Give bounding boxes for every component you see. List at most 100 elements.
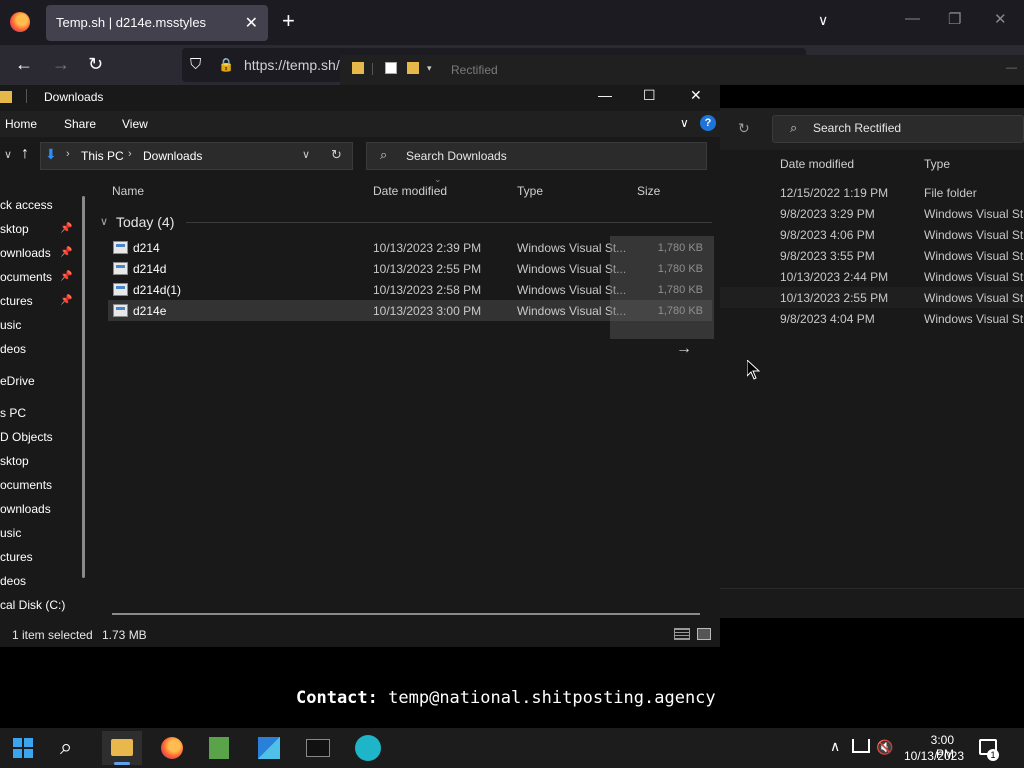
- nav-item[interactable]: ctures: [0, 550, 33, 564]
- address-dropdown-icon[interactable]: ∨: [302, 148, 310, 161]
- nav-item[interactable]: sktop: [0, 454, 29, 468]
- large-icons-view-icon[interactable]: [697, 628, 711, 640]
- bg-row-type[interactable]: Windows Visual St...: [924, 249, 1024, 263]
- col-type[interactable]: Type: [517, 184, 543, 198]
- tab-view[interactable]: View: [122, 117, 148, 131]
- back-button[interactable]: ←: [15, 54, 33, 75]
- nav-item[interactable]: ocuments: [0, 270, 52, 284]
- breadcrumb-downloads[interactable]: Downloads: [143, 149, 202, 163]
- group-collapse-icon[interactable]: ∨: [100, 215, 108, 228]
- bg-row-date[interactable]: 10/13/2023 2:44 PM: [780, 270, 888, 284]
- nav-scrollbar[interactable]: [82, 196, 85, 578]
- bg-row-type[interactable]: Windows Visual St...: [924, 228, 1024, 242]
- pin-icon[interactable]: 📌: [60, 247, 72, 258]
- windows-start-icon[interactable]: [13, 738, 33, 758]
- nav-item[interactable]: deos: [0, 342, 26, 356]
- nav-item[interactable]: ownloads: [0, 246, 51, 260]
- nav-item[interactable]: usic: [0, 318, 21, 332]
- quick-access-dropdown-icon[interactable]: ▾: [427, 63, 432, 74]
- pin-icon[interactable]: 📌: [60, 295, 72, 306]
- browser-close-button[interactable]: ✕: [994, 10, 1007, 28]
- explorer-titlebar[interactable]: [0, 85, 720, 109]
- properties-icon[interactable]: [385, 62, 397, 74]
- horizontal-scrollbar[interactable]: [112, 613, 700, 615]
- clock-date[interactable]: 10/13/2023: [900, 749, 964, 763]
- firefox-icon[interactable]: [161, 737, 183, 759]
- pin-icon[interactable]: 📌: [60, 271, 72, 282]
- tab-home[interactable]: Home: [5, 117, 37, 131]
- bg-row-date[interactable]: 10/13/2023 2:55 PM: [780, 291, 888, 305]
- bg-row-date[interactable]: 9/8/2023 4:06 PM: [780, 228, 875, 242]
- expand-ribbon-icon[interactable]: ∨: [680, 116, 689, 130]
- nav-item[interactable]: ctures: [0, 294, 33, 308]
- app-icon[interactable]: [355, 735, 381, 761]
- tab-share[interactable]: Share: [64, 117, 96, 131]
- file-size: 1,780 KB: [657, 284, 703, 296]
- bg-row-date[interactable]: 9/8/2023 3:55 PM: [780, 249, 875, 263]
- close-button[interactable]: ✕: [690, 87, 702, 104]
- nav-item[interactable]: ck access: [0, 198, 53, 212]
- maximize-button[interactable]: ☐: [643, 87, 656, 104]
- bg-col-date-modified[interactable]: Date modified: [780, 157, 854, 171]
- bg-row-type[interactable]: Windows Visual St...: [924, 270, 1024, 284]
- col-name[interactable]: Name: [112, 184, 144, 198]
- details-view-icon[interactable]: [674, 628, 690, 640]
- bg-col-type[interactable]: Type: [924, 157, 950, 171]
- terminal-icon[interactable]: [306, 739, 330, 757]
- tracking-shield-icon[interactable]: ⛉: [190, 56, 201, 73]
- refresh-icon[interactable]: ↻: [331, 147, 342, 163]
- bg-row-date[interactable]: 9/8/2023 3:29 PM: [780, 207, 875, 221]
- bg-row-type[interactable]: File folder: [924, 186, 977, 200]
- nav-item[interactable]: D Objects: [0, 430, 53, 444]
- bg-refresh-icon[interactable]: ↻: [738, 120, 750, 137]
- bg-minimize-button[interactable]: —: [1006, 62, 1017, 74]
- browser-restore-button[interactable]: ❐: [948, 10, 961, 28]
- network-icon[interactable]: [852, 739, 870, 753]
- volume-muted-icon[interactable]: 🔇: [876, 739, 893, 756]
- nav-item[interactable]: cal Disk (C:): [0, 598, 65, 612]
- new-folder-icon[interactable]: [407, 62, 419, 74]
- nav-item[interactable]: ownloads: [0, 502, 51, 516]
- nav-item[interactable]: sktop: [0, 222, 29, 236]
- recent-locations-icon[interactable]: ∨: [4, 148, 12, 161]
- col-size[interactable]: Size: [637, 184, 660, 198]
- tab-close-icon[interactable]: ✕: [245, 13, 258, 33]
- arrow-right-icon[interactable]: →: [676, 340, 692, 358]
- store-icon[interactable]: [258, 737, 280, 759]
- tray-overflow-icon[interactable]: ∧: [830, 738, 840, 755]
- nav-item[interactable]: usic: [0, 526, 21, 540]
- browser-minimize-button[interactable]: —: [905, 10, 920, 27]
- up-arrow-icon[interactable]: ↑: [21, 145, 29, 163]
- taskbar-search-icon[interactable]: ⌕: [60, 734, 72, 760]
- breadcrumb-this-pc[interactable]: This PC: [81, 149, 124, 163]
- group-header[interactable]: Today (4): [116, 214, 174, 230]
- breadcrumb-separator[interactable]: ›: [66, 148, 70, 160]
- minimize-button[interactable]: —: [598, 87, 612, 103]
- list-all-tabs-icon[interactable]: ∨: [818, 12, 828, 29]
- reload-button[interactable]: ↻: [88, 54, 103, 75]
- nav-item[interactable]: ocuments: [0, 478, 52, 492]
- bg-row-date[interactable]: 12/15/2022 1:19 PM: [780, 186, 888, 200]
- bg-window-title: Rectified: [451, 63, 498, 77]
- forward-button[interactable]: →: [52, 54, 70, 75]
- bg-row-type[interactable]: Windows Visual St...: [924, 291, 1024, 305]
- col-date-modified[interactable]: Date modified: [373, 184, 447, 198]
- titlebar-divider: [372, 63, 373, 75]
- lock-icon[interactable]: 🔒: [218, 57, 234, 73]
- firefox-logo-icon: [10, 12, 30, 32]
- help-icon[interactable]: ?: [700, 115, 716, 131]
- nav-item[interactable]: eDrive: [0, 374, 35, 388]
- breadcrumb-separator[interactable]: ›: [128, 148, 132, 160]
- notepad-icon[interactable]: [209, 737, 229, 759]
- contact-line: Contact: temp@national.shitposting.agenc…: [296, 688, 716, 708]
- status-size: 1.73 MB: [102, 628, 147, 642]
- nav-item[interactable]: s PC: [0, 406, 26, 420]
- browser-tab-active[interactable]: Temp.sh | d214e.msstyles ✕: [46, 5, 268, 41]
- bg-row-type[interactable]: Windows Visual St...: [924, 207, 1024, 221]
- new-tab-button[interactable]: +: [282, 10, 295, 32]
- pin-icon[interactable]: 📌: [60, 223, 72, 234]
- bg-row-date[interactable]: 9/8/2023 4:04 PM: [780, 312, 875, 326]
- url-text[interactable]: https://temp.sh/: [244, 57, 340, 73]
- nav-item[interactable]: deos: [0, 574, 26, 588]
- bg-row-type[interactable]: Windows Visual St...: [924, 312, 1024, 326]
